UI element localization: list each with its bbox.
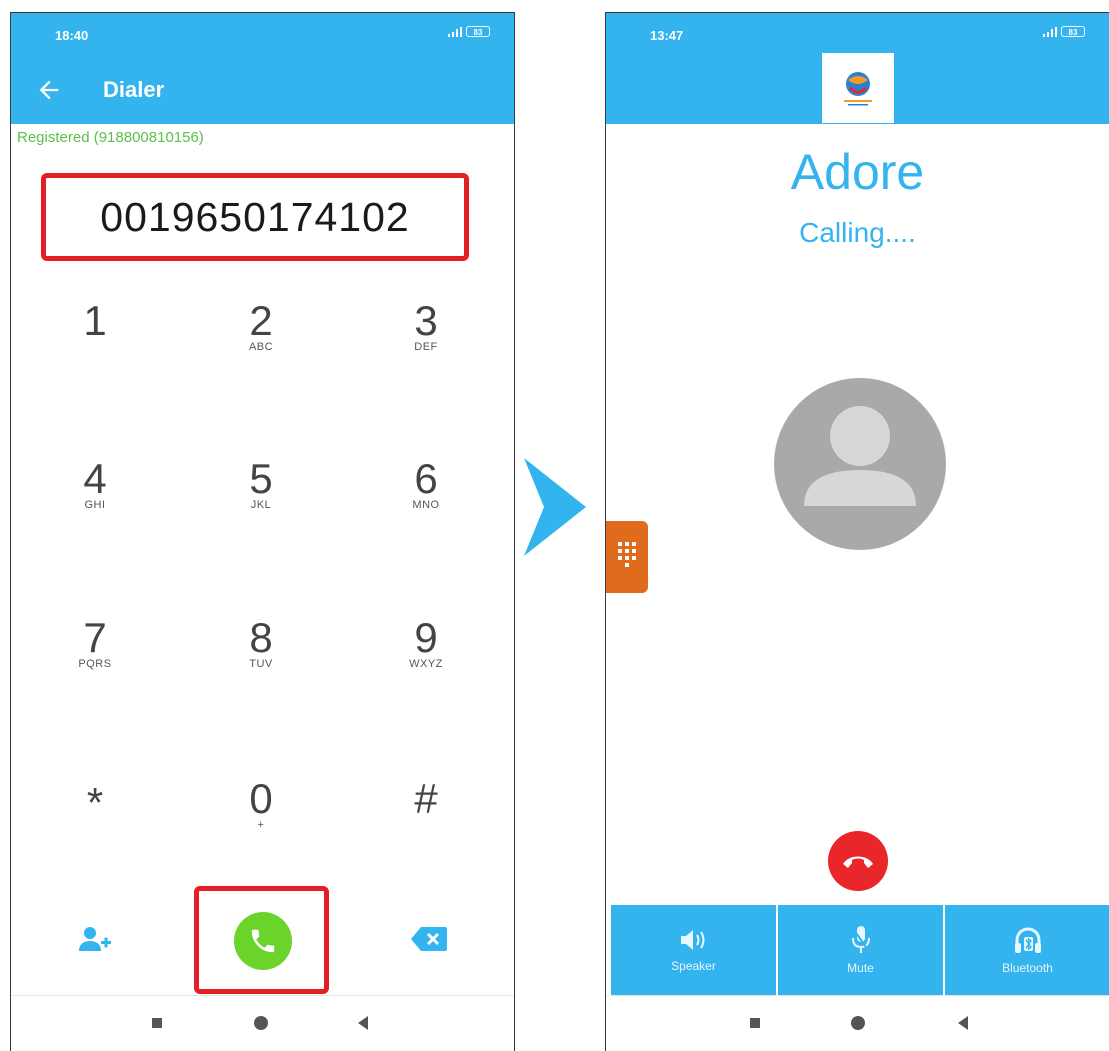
key-digit: 7 xyxy=(83,614,107,661)
key-digit: # xyxy=(414,775,438,822)
registration-status: Registered (918800810156) xyxy=(17,129,204,146)
transition-arrow-icon xyxy=(524,458,586,556)
signal-icon xyxy=(1041,26,1057,37)
key-letters: DEF xyxy=(414,341,438,353)
avatar xyxy=(774,378,946,550)
add-contact-icon[interactable] xyxy=(77,925,111,953)
hang-up-button[interactable] xyxy=(828,831,888,891)
call-button[interactable] xyxy=(234,912,292,970)
system-nav-bar xyxy=(11,995,514,1051)
bluetooth-label: Bluetooth xyxy=(1002,961,1053,975)
battery-icon: 83 xyxy=(466,26,490,37)
microphone-icon xyxy=(850,926,871,954)
key-4[interactable]: 4 GHI xyxy=(35,457,155,557)
end-call-icon xyxy=(843,856,873,868)
dialer-screen: 18:40 83 Dialer Registered (918800810156… xyxy=(10,12,515,1051)
globe-logo-icon xyxy=(844,72,872,106)
key-8[interactable]: 8 TUV xyxy=(201,616,321,716)
status-time: 13:47 xyxy=(650,28,684,43)
mute-button[interactable]: Mute xyxy=(778,905,945,995)
key-1[interactable]: 1 xyxy=(35,299,155,399)
dialed-number-field[interactable]: 0019650174102 xyxy=(41,173,469,261)
key-digit: 9 xyxy=(414,614,438,661)
recents-icon[interactable] xyxy=(152,1018,162,1028)
speaker-button[interactable]: Speaker xyxy=(611,905,778,995)
status-icons: 83 xyxy=(446,26,490,37)
mute-label: Mute xyxy=(847,961,874,975)
key-letters: MNO xyxy=(412,499,440,511)
home-icon[interactable] xyxy=(851,1016,865,1030)
key-7[interactable]: 7 PQRS xyxy=(35,616,155,716)
key-letters: WXYZ xyxy=(409,658,443,670)
person-silhouette-icon xyxy=(804,406,916,506)
bluetooth-button[interactable]: Bluetooth xyxy=(945,905,1109,995)
key-digit: 6 xyxy=(414,455,438,502)
status-bar: 18:40 83 xyxy=(11,13,514,58)
key-digit: 8 xyxy=(249,614,273,661)
app-logo xyxy=(822,53,894,123)
key-digit: 4 xyxy=(83,455,107,502)
speaker-icon xyxy=(680,930,704,950)
key-letters: GHI xyxy=(84,499,106,511)
status-icons: 83 xyxy=(1041,26,1085,37)
key-letters: PQRS xyxy=(78,658,112,670)
call-status: Calling.... xyxy=(799,217,916,248)
phone-icon xyxy=(251,929,275,953)
key-9[interactable]: 9 WXYZ xyxy=(366,616,486,716)
call-button-highlight xyxy=(194,886,329,994)
calling-screen: 13:47 83 Adore Calling.... Speaker Mute … xyxy=(605,12,1109,1051)
key-3[interactable]: 3 DEF xyxy=(366,299,486,399)
caller-name: Adore xyxy=(790,144,925,200)
back-icon[interactable] xyxy=(958,1016,968,1030)
battery-icon: 83 xyxy=(1061,26,1085,37)
status-time: 18:40 xyxy=(55,28,89,43)
bluetooth-headphones-icon xyxy=(1014,927,1041,953)
key-letters: TUV xyxy=(249,658,273,670)
recents-icon[interactable] xyxy=(750,1018,760,1028)
key-digit: 1 xyxy=(83,297,107,344)
speaker-label: Speaker xyxy=(671,959,716,973)
key-0[interactable]: 0 + xyxy=(201,777,321,877)
page-title: Dialer xyxy=(103,77,165,102)
key-letters: JKL xyxy=(250,499,272,511)
key-hash[interactable]: # xyxy=(366,777,486,877)
back-icon[interactable] xyxy=(358,1016,368,1030)
key-digit: 3 xyxy=(414,297,438,344)
key-digit: 2 xyxy=(249,297,273,344)
home-icon[interactable] xyxy=(254,1016,268,1030)
key-digit: 0 xyxy=(249,775,273,822)
key-2[interactable]: 2 ABC xyxy=(201,299,321,399)
key-letters: ABC xyxy=(248,341,274,353)
dialpad-icon xyxy=(618,542,636,567)
keypad-toggle-button[interactable] xyxy=(606,521,648,593)
back-arrow-icon[interactable] xyxy=(35,76,63,104)
backspace-icon[interactable] xyxy=(411,927,447,951)
signal-icon xyxy=(446,26,462,37)
key-star[interactable]: * xyxy=(35,781,155,881)
key-digit: 5 xyxy=(249,455,273,502)
key-letters: + xyxy=(257,819,265,831)
app-bar: Dialer xyxy=(11,58,514,124)
dialed-number: 0019650174102 xyxy=(100,193,410,240)
key-6[interactable]: 6 MNO xyxy=(366,457,486,557)
system-nav-bar xyxy=(606,995,1109,1051)
key-5[interactable]: 5 JKL xyxy=(201,457,321,557)
key-digit: * xyxy=(86,779,104,826)
call-actions-bar: Speaker Mute Bluetooth xyxy=(611,905,1109,995)
